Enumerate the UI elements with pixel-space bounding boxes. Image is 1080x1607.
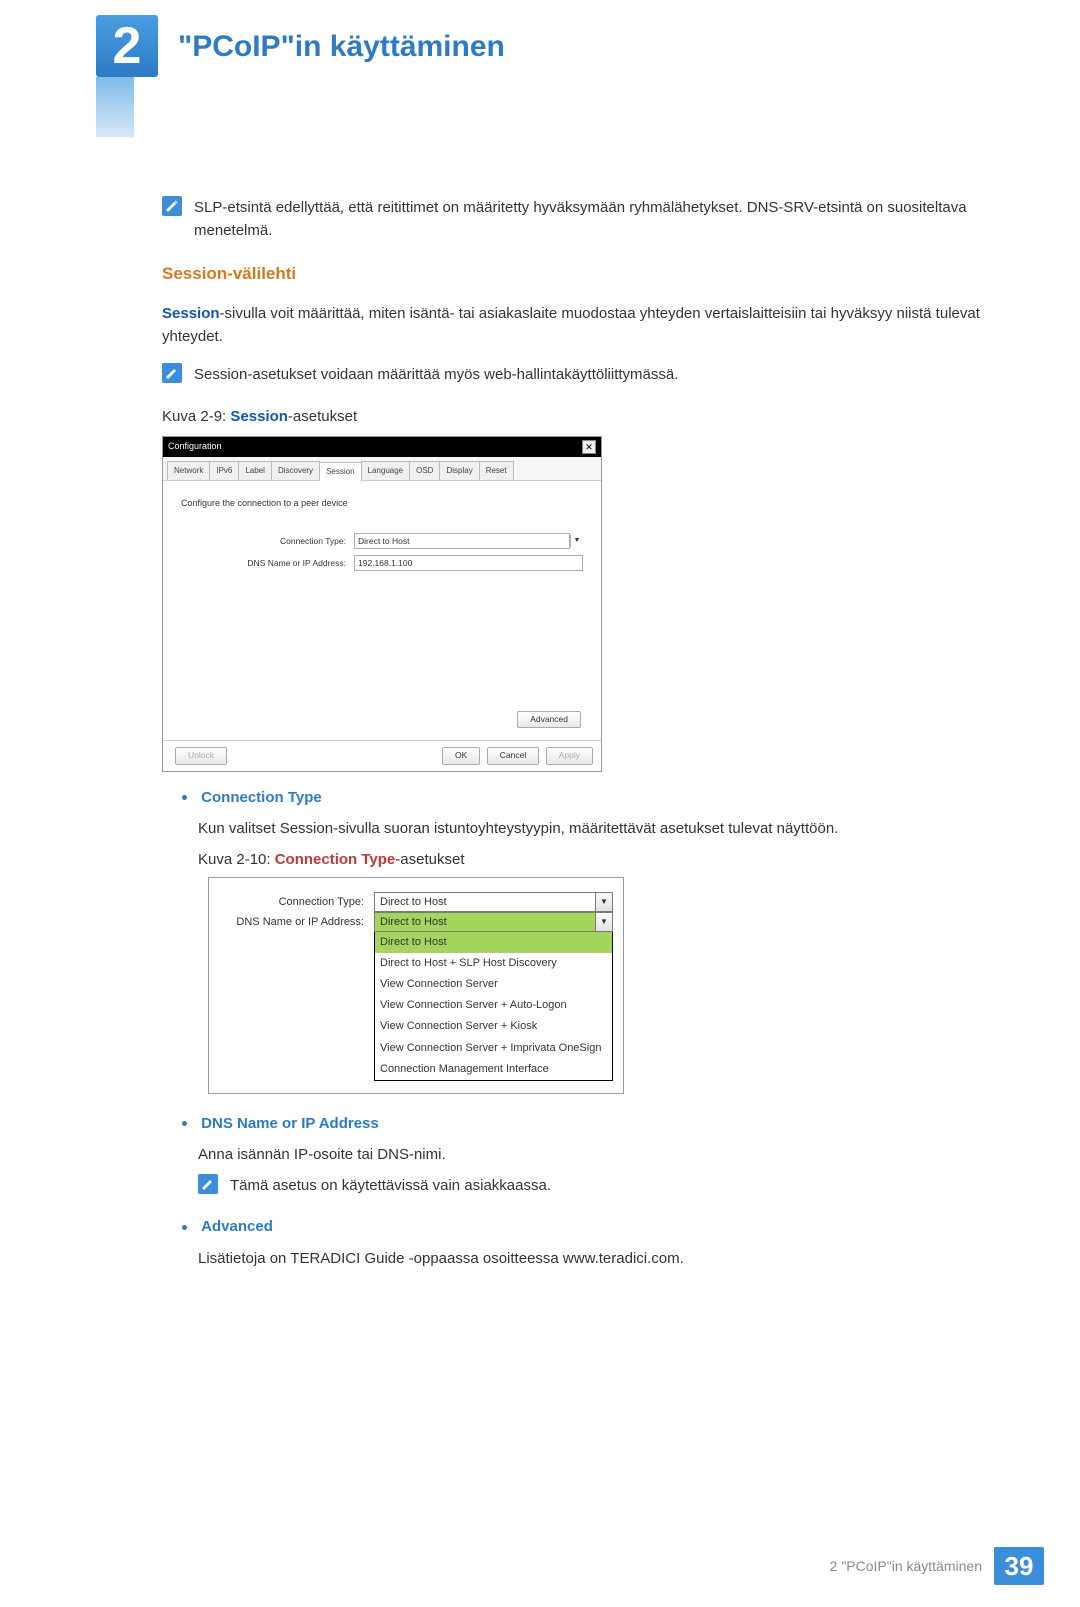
bullet-icon: [182, 795, 187, 800]
connection-type-label: Connection Type:: [219, 892, 374, 912]
note-icon: [198, 1174, 218, 1194]
note-icon: [162, 196, 182, 216]
note-icon: [162, 363, 182, 383]
tab-osd[interactable]: OSD: [409, 461, 440, 480]
note-block-3: Tämä asetus on käytettävissä vain asiakk…: [198, 1174, 994, 1197]
connection-type-figure: Connection Type: Direct to Host ▼ DNS Na…: [208, 877, 624, 1093]
chevron-down-icon[interactable]: ▼: [596, 892, 613, 912]
connection-type-select[interactable]: Direct to Host: [354, 533, 570, 549]
dns-ip-label: DNS Name or IP Address:: [219, 912, 374, 932]
dns-body: Anna isännän IP-osoite tai DNS-nimi.: [198, 1143, 994, 1166]
tab-session[interactable]: Session: [319, 462, 361, 481]
figure-2-9-caption: Kuva 2-9: Session-asetukset: [162, 405, 994, 428]
dropdown-option[interactable]: Direct to Host: [375, 932, 612, 953]
dropdown-option[interactable]: Connection Management Interface: [375, 1059, 612, 1080]
unlock-button[interactable]: Unlock: [175, 747, 227, 764]
session-keyword: Session: [162, 305, 220, 322]
note-text: SLP-etsintä edellyttää, että reitittimet…: [194, 196, 994, 243]
footer-text: 2 "PCoIP"in käyttäminen: [830, 1558, 982, 1574]
page-number: 39: [994, 1547, 1044, 1585]
dropdown-option[interactable]: View Connection Server + Auto-Logon: [375, 995, 612, 1016]
section-heading: Session-välilehti: [162, 261, 994, 287]
connection-type-select[interactable]: Direct to Host: [374, 892, 596, 912]
apply-button[interactable]: Apply: [546, 747, 593, 764]
dropdown-option[interactable]: View Connection Server + Imprivata OneSi…: [375, 1038, 612, 1059]
tab-language[interactable]: Language: [361, 461, 411, 480]
dns-subheading: DNS Name or IP Address: [182, 1112, 994, 1135]
bullet-icon: [182, 1121, 187, 1126]
dropdown-selected[interactable]: Direct to Host: [374, 912, 596, 932]
connection-type-subheading: Connection Type: [182, 786, 994, 809]
dropdown-list[interactable]: Direct to HostDirect to Host + SLP Host …: [374, 932, 613, 1080]
advanced-button[interactable]: Advanced: [517, 711, 581, 728]
advanced-body: Lisätietoja on TERADICI Guide -oppaassa …: [198, 1247, 994, 1270]
page-footer: 2 "PCoIP"in käyttäminen 39: [830, 1547, 1044, 1585]
connection-type-body: Kun valitset Session-sivulla suoran istu…: [198, 817, 994, 840]
dialog-instruction: Configure the connection to a peer devic…: [181, 497, 583, 511]
tab-label[interactable]: Label: [238, 461, 272, 480]
configuration-dialog: Configuration ✕ NetworkIPv6LabelDiscover…: [162, 436, 602, 772]
tab-display[interactable]: Display: [439, 461, 479, 480]
figure-2-10-caption: Kuva 2-10: Connection Type-asetukset: [198, 848, 994, 871]
cancel-button[interactable]: Cancel: [487, 747, 539, 764]
ok-button[interactable]: OK: [442, 747, 480, 764]
note-text: Tämä asetus on käytettävissä vain asiakk…: [230, 1174, 994, 1197]
dialog-titlebar: Configuration ✕: [163, 437, 601, 457]
bullet-icon: [182, 1225, 187, 1230]
note-block-2: Session-asetukset voidaan määrittää myös…: [162, 363, 994, 386]
chapter-title: "PCoIP"in käyttäminen: [178, 30, 505, 64]
dialog-footer: Unlock OK Cancel Apply: [163, 740, 601, 770]
advanced-subheading: Advanced: [182, 1215, 994, 1238]
close-icon[interactable]: ✕: [582, 440, 596, 454]
dropdown-option[interactable]: View Connection Server + Kiosk: [375, 1016, 612, 1037]
tab-reset[interactable]: Reset: [479, 461, 514, 480]
tab-network[interactable]: Network: [167, 461, 210, 480]
dns-ip-input[interactable]: 192.168.1.100: [354, 555, 583, 571]
tab-discovery[interactable]: Discovery: [271, 461, 320, 480]
dropdown-option[interactable]: Direct to Host + SLP Host Discovery: [375, 953, 612, 974]
chevron-down-icon[interactable]: ▼: [596, 912, 613, 932]
connection-type-label: Connection Type:: [181, 535, 354, 548]
chapter-number-badge: 2: [96, 15, 158, 77]
section-body: Session-sivulla voit määrittää, miten is…: [162, 302, 994, 349]
dns-ip-label: DNS Name or IP Address:: [181, 557, 354, 570]
chapter-decoration: [96, 77, 134, 137]
dialog-tabs: NetworkIPv6LabelDiscoverySessionLanguage…: [163, 457, 601, 481]
tab-ipv6[interactable]: IPv6: [209, 461, 239, 480]
note-text: Session-asetukset voidaan määrittää myös…: [194, 363, 994, 386]
dropdown-option[interactable]: View Connection Server: [375, 974, 612, 995]
dialog-title: Configuration: [168, 440, 222, 454]
note-block: SLP-etsintä edellyttää, että reitittimet…: [162, 196, 994, 243]
chevron-down-icon[interactable]: ▼: [570, 535, 583, 547]
